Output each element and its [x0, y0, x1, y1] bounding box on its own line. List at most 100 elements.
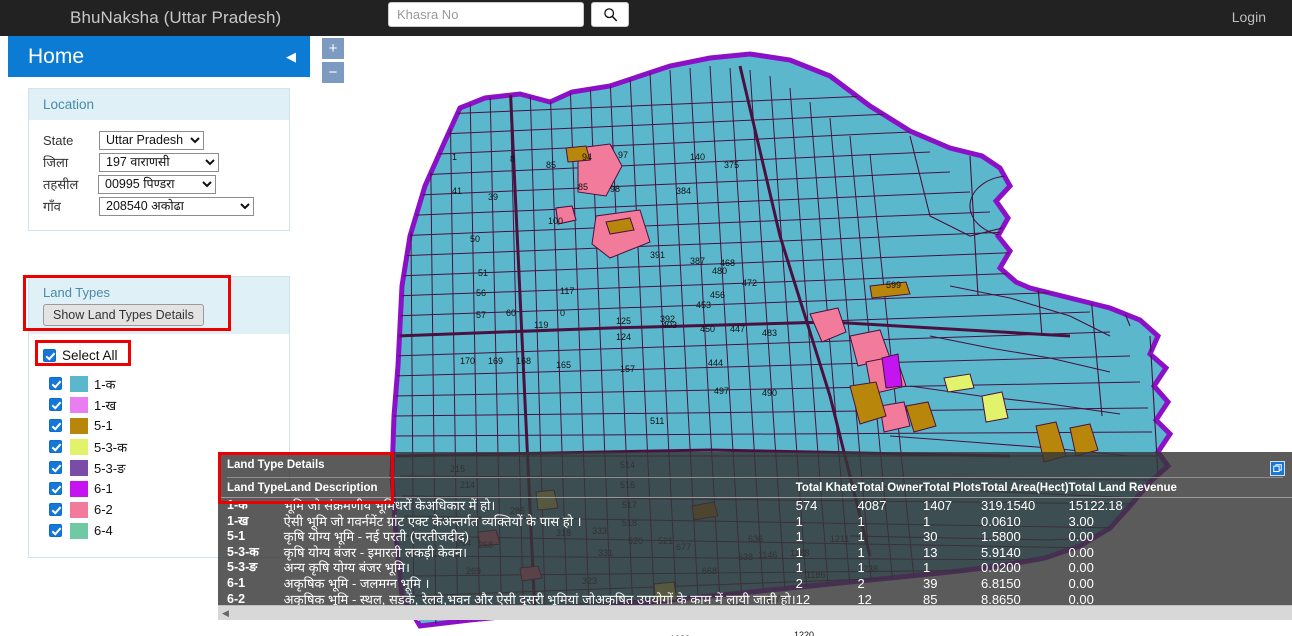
- location-row-gaon: गाँव 208540 अकोढा: [43, 196, 275, 216]
- legend-label-5-3-ka: 5-3-क: [94, 439, 128, 455]
- cell-owner: 4087: [857, 498, 887, 513]
- svg-text:39: 39: [488, 192, 498, 202]
- cell-land-type: 5-1: [227, 529, 246, 544]
- select-all-checkbox[interactable]: [43, 348, 56, 362]
- cell-plots: 13: [923, 544, 938, 560]
- svg-text:119: 119: [534, 320, 548, 330]
- legend-checkbox-1-ka[interactable]: [49, 377, 62, 390]
- scroll-left-arrow-icon[interactable]: ◀: [222, 608, 229, 619]
- jila-select[interactable]: 197 वाराणसी: [99, 152, 219, 172]
- legend-checkbox-6-2[interactable]: [49, 503, 62, 516]
- land-type-details-table: Land Type Land Description Total Khate T…: [218, 478, 1292, 623]
- svg-text:384: 384: [676, 186, 691, 196]
- tehsil-label: तहसील: [43, 177, 79, 192]
- svg-text:60: 60: [506, 308, 516, 318]
- details-horizontal-scrollbar[interactable]: ◀: [218, 605, 1292, 620]
- app-brand-title: BhuNaksha (Uttar Pradesh): [70, 8, 282, 27]
- legend-checkbox-6-4[interactable]: [49, 524, 62, 537]
- state-select[interactable]: Uttar Pradesh: [99, 130, 204, 150]
- sidebar-collapse-icon[interactable]: ◀: [286, 50, 296, 63]
- cell-owner: 1: [857, 560, 865, 576]
- legend-checkbox-5-3-nga[interactable]: [49, 461, 62, 474]
- svg-text:1: 1: [452, 152, 457, 162]
- top-header-bar: BhuNaksha (Uttar Pradesh) Login: [0, 0, 1292, 36]
- svg-text:453: 453: [696, 300, 711, 310]
- location-row-tehsil: तहसील 00995 पिण्डरा: [43, 174, 275, 194]
- svg-text:157: 157: [620, 364, 635, 374]
- select-all-row: Select All: [35, 340, 275, 366]
- gaon-label: गाँव: [43, 199, 61, 214]
- cell-land-desc: अकृषिक भूमि - जलमग्न भूमि ।: [283, 575, 430, 591]
- search-button[interactable]: [591, 2, 629, 27]
- col-total-khate: Total Khate: [795, 478, 858, 498]
- details-header-row: Land Type Land Description Total Khate T…: [218, 478, 1292, 498]
- table-row: 5-1 कृषि योग्य भूमि - नई परती (परतीजदीद)…: [218, 529, 1292, 545]
- col-total-revenue: Total Land Revenue: [1068, 478, 1292, 498]
- cell-revenue: 0.00: [1068, 575, 1094, 591]
- cell-revenue: 3.00: [1068, 513, 1094, 529]
- legend-checkbox-1-kha[interactable]: [49, 398, 62, 411]
- svg-text:456: 456: [710, 290, 725, 300]
- cell-owner: 2: [857, 575, 865, 591]
- legend-checkbox-5-1[interactable]: [49, 419, 62, 432]
- legend-label-6-2: 6-2: [94, 502, 113, 517]
- svg-text:140: 140: [690, 152, 705, 162]
- svg-text:387: 387: [690, 256, 705, 266]
- table-row: 5-3-क कृषि योग्य बंजर - इमारती लकड़ी केव…: [218, 545, 1292, 561]
- svg-text:468: 468: [720, 258, 735, 268]
- legend-item: 1-क: [47, 373, 275, 394]
- svg-text:444: 444: [708, 358, 723, 368]
- details-restore-button[interactable]: [1270, 461, 1285, 476]
- login-link[interactable]: Login: [1232, 9, 1266, 25]
- svg-text:170: 170: [460, 356, 475, 366]
- location-panel-title: Location: [29, 89, 289, 120]
- app-root: BhuNaksha (Uttar Pradesh) Login + −: [0, 0, 1292, 636]
- cell-land-type: 6-1: [227, 575, 246, 590]
- location-row-jila: जिला 197 वाराणसी: [43, 152, 275, 172]
- cell-owner: 1: [857, 529, 865, 545]
- khasra-search-input[interactable]: [388, 2, 584, 27]
- cell-revenue: 15122.18: [1068, 498, 1123, 513]
- cell-plots: 30: [923, 529, 938, 545]
- legend-swatch-5-3-ka: [70, 438, 88, 455]
- legend-checkbox-6-1[interactable]: [49, 482, 62, 495]
- svg-text:450: 450: [700, 324, 715, 334]
- cell-area: 0.0610: [980, 513, 1021, 529]
- zoom-in-button[interactable]: +: [322, 38, 344, 59]
- cell-land-desc: भूमि जो संक्रमणीय भूमिधरों केअधिकार में …: [283, 498, 496, 513]
- svg-text:85: 85: [578, 182, 588, 192]
- svg-text:1220: 1220: [794, 630, 814, 636]
- cell-area: 1.5800: [980, 529, 1021, 545]
- legend-label-6-1: 6-1: [94, 481, 113, 496]
- svg-text:447: 447: [730, 324, 745, 334]
- cell-land-desc: अन्य कृषि योग्य बंजर भूमि।: [283, 560, 410, 576]
- legend-swatch-6-2: [70, 501, 88, 518]
- table-row: 5-3-ङ अन्य कृषि योग्य बंजर भूमि। 1 1 1 0…: [218, 560, 1292, 576]
- svg-text:490: 490: [762, 388, 777, 398]
- gaon-select[interactable]: 208540 अकोढा: [99, 196, 254, 216]
- svg-text:391: 391: [650, 250, 665, 260]
- svg-text:8: 8: [510, 154, 515, 164]
- cell-land-desc: कृषि योग्य बंजर - इमारती लकड़ी केवन।: [283, 544, 468, 560]
- svg-text:497: 497: [714, 386, 729, 396]
- legend-checkbox-5-3-ka[interactable]: [49, 440, 62, 453]
- zoom-out-button[interactable]: −: [322, 62, 344, 83]
- show-land-types-details-button[interactable]: Show Land Types Details: [43, 304, 204, 326]
- svg-text:165: 165: [556, 360, 571, 370]
- cell-plots: 39: [923, 575, 938, 591]
- details-table-head: Land Type Land Description Total Khate T…: [218, 478, 1292, 498]
- cell-khate: 1: [795, 529, 803, 545]
- svg-text:97: 97: [618, 150, 628, 160]
- tehsil-select[interactable]: 00995 पिण्डरा: [98, 174, 216, 194]
- map-zoom-controls: + −: [322, 38, 344, 86]
- land-types-panel-header: Land Types Show Land Types Details: [23, 275, 289, 334]
- svg-text:168: 168: [516, 356, 531, 366]
- details-panel-title: Land Type Details: [227, 459, 325, 471]
- table-row: 6-1 अकृषिक भूमि - जलमग्न भूमि । 2 2 39 6…: [218, 576, 1292, 592]
- svg-text:57: 57: [476, 310, 486, 320]
- legend-label-5-3-nga: 5-3-ङ: [94, 460, 126, 476]
- svg-text:124: 124: [616, 332, 631, 342]
- land-types-title: Land Types: [43, 285, 110, 300]
- svg-text:125: 125: [616, 316, 631, 326]
- svg-text:50: 50: [470, 234, 480, 244]
